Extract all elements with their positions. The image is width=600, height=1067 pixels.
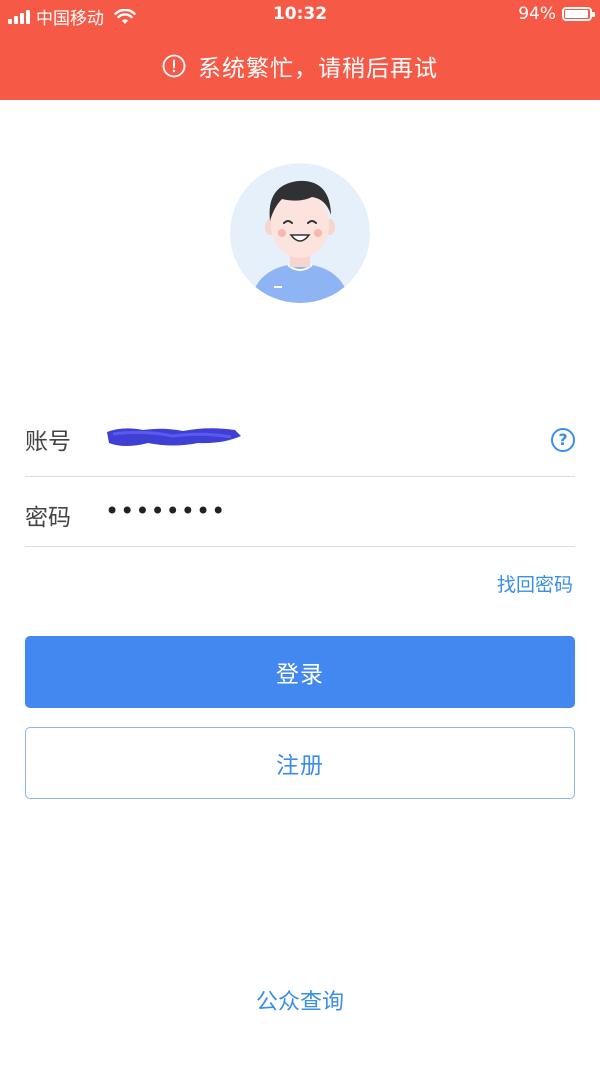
- battery-percent: 94%: [518, 4, 556, 24]
- alert-text: 系统繁忙，请稍后再试: [198, 56, 438, 82]
- public-query-link[interactable]: 公众查询: [0, 984, 600, 1016]
- user-avatar-icon: [230, 163, 370, 303]
- account-label: 账号: [25, 429, 71, 455]
- login-button[interactable]: 登录: [25, 636, 575, 708]
- exclamation-circle-icon: [162, 54, 186, 78]
- status-right: 94%: [518, 4, 595, 24]
- register-button[interactable]: 注册: [25, 727, 575, 799]
- account-row: 账号 ?: [25, 400, 575, 477]
- register-button-label: 注册: [276, 753, 324, 779]
- clock: 10:32: [272, 4, 328, 24]
- redacted-account-value[interactable]: [103, 424, 243, 450]
- forgot-password-link[interactable]: 找回密码: [497, 570, 573, 597]
- password-row: 密码 ••••••••: [25, 477, 575, 547]
- battery-icon: [562, 7, 595, 21]
- password-label: 密码: [25, 505, 71, 531]
- status-bar: 中国移动 10:32 94%: [0, 0, 600, 32]
- password-field[interactable]: ••••••••: [105, 497, 226, 525]
- help-icon[interactable]: ?: [551, 428, 575, 452]
- login-button-label: 登录: [276, 662, 324, 688]
- alert-message-row: 系统繁忙，请稍后再试: [0, 46, 600, 86]
- error-banner: 中国移动 10:32 94% 系统繁忙，请稍后再试: [0, 0, 600, 100]
